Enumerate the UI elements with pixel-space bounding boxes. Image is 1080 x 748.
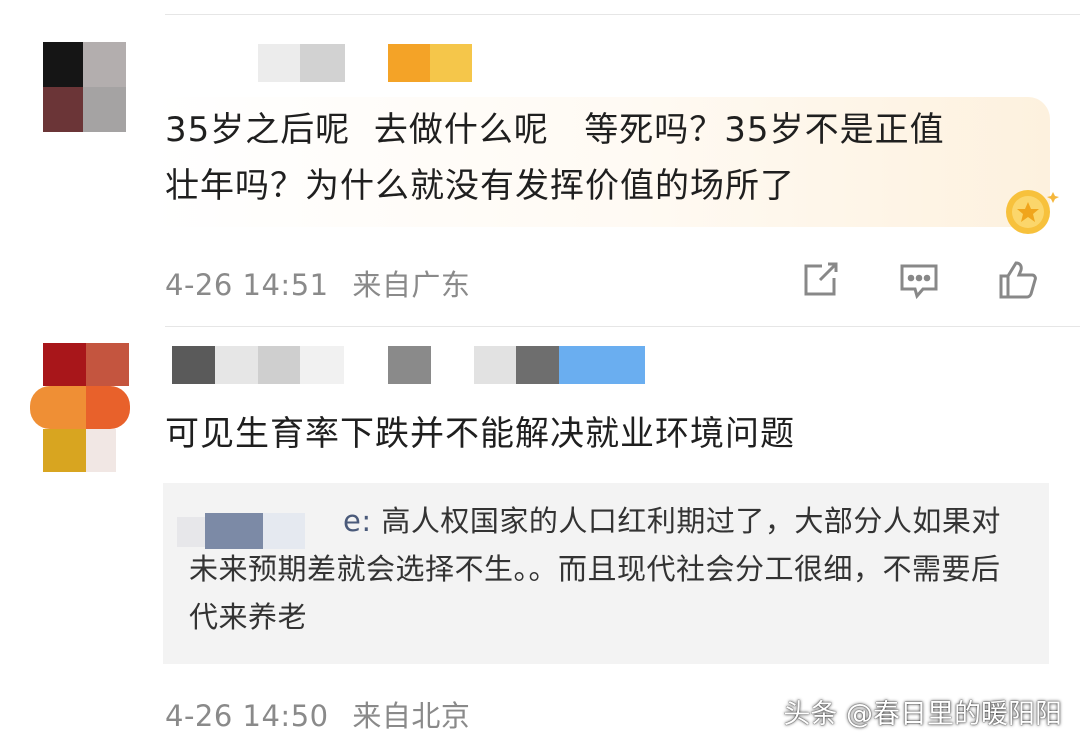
comment-date: 4-26 14:50 <box>165 699 329 733</box>
avatar[interactable] <box>40 42 126 142</box>
user-badge <box>559 346 645 384</box>
share-icon[interactable] <box>798 258 842 302</box>
quote-author[interactable]: e: <box>343 504 372 538</box>
watermark: 头条 @春日里的暖阳阳 <box>783 699 1062 730</box>
medal-icon <box>995 180 1065 240</box>
comment-meta: 4-26 14:50 来自北京 <box>165 693 484 735</box>
quoted-reply[interactable]: e: 高人权国家的人口红利期过了，大部分人如果对未来预期差就会选择不生。。而且现… <box>163 483 1049 664</box>
comment-text: 35岁之后呢 去做什么呢 等死吗？35岁不是正值 壮年吗？为什么就没有发挥价值的… <box>165 110 945 206</box>
comment-text: 可见生育率下跌并不能解决就业环境问题 <box>165 414 795 454</box>
comment-divider <box>165 326 1080 327</box>
comment-location: 来自北京 <box>352 699 471 733</box>
thumbs-up-icon[interactable] <box>996 258 1040 302</box>
avatar[interactable] <box>30 343 130 473</box>
comment-date: 4-26 14:51 <box>165 268 329 302</box>
quote-text: 高人权国家的人口红利期过了，大部分人如果对未来预期差就会选择不生。。而且现代社会… <box>189 504 1001 634</box>
top-divider <box>165 14 1080 15</box>
user-badge <box>388 44 430 82</box>
comment-icon[interactable] <box>897 258 941 302</box>
comment-location: 来自广东 <box>352 268 471 302</box>
comment-meta: 4-26 14:51 来自广东 <box>165 262 484 304</box>
